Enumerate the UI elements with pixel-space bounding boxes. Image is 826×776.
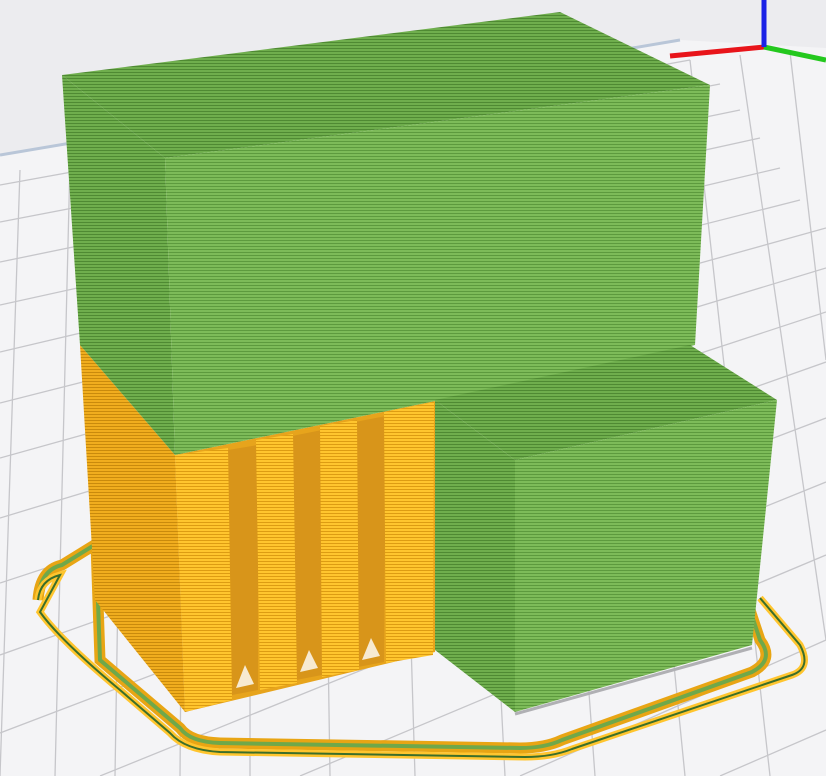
support-fin xyxy=(256,434,297,690)
support-fin xyxy=(384,402,434,663)
support-fin xyxy=(320,420,359,677)
support-fin xyxy=(175,448,232,712)
3d-viewport[interactable] xyxy=(0,0,826,776)
scene xyxy=(0,0,826,776)
